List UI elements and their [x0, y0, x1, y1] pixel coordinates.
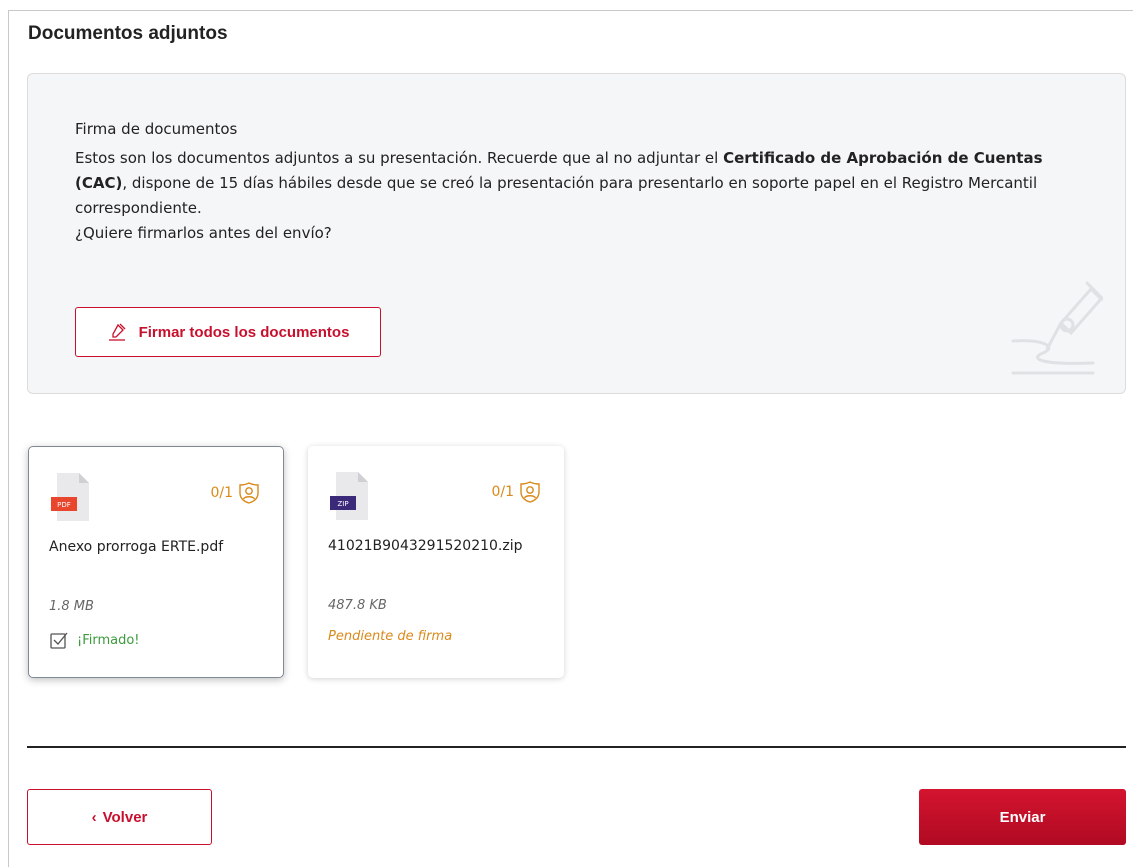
file-name: Anexo prorroga ERTE.pdf	[49, 539, 224, 555]
signature-info-box: Firma de documentos Estos son los docume…	[27, 73, 1126, 394]
back-button[interactable]: ‹ Volver	[27, 789, 212, 845]
zip-file-icon: ZIP	[330, 472, 368, 520]
send-button[interactable]: Enviar	[919, 789, 1126, 845]
sign-all-documents-button[interactable]: Firmar todos los documentos	[75, 307, 381, 357]
status-label: Pendiente de firma	[328, 629, 453, 644]
signature-pen-icon	[108, 323, 126, 341]
info-question: ¿Quiere firmarlos antes del envío?	[75, 224, 332, 242]
file-size: 1.8 MB	[49, 599, 94, 614]
document-card[interactable]: ZIP 0/1 41021B9043291520210.zip 487.8 KB…	[308, 446, 564, 678]
footer-divider	[27, 746, 1126, 748]
checkbox-checked-icon	[50, 632, 68, 649]
signer-count: 0/1	[491, 480, 542, 504]
back-label: Volver	[102, 808, 148, 826]
section-title: Documentos adjuntos	[28, 23, 228, 44]
signer-count-value: 0/1	[210, 485, 233, 501]
chevron-left-icon: ‹	[91, 808, 97, 826]
sign-all-label: Firmar todos los documentos	[138, 323, 350, 341]
document-card[interactable]: PDF 0/1 Anexo prorroga ERTE.pdf 1.8 MB ¡…	[28, 446, 284, 678]
pending-status: Pendiente de firma	[328, 629, 452, 644]
info-title: Firma de documentos	[75, 120, 238, 138]
pdf-file-icon: PDF	[51, 473, 89, 521]
signature-pen-watermark-icon	[1011, 281, 1103, 375]
signed-status: ¡Firmado!	[49, 630, 140, 650]
info-text: Estos son los documentos adjuntos a su p…	[75, 146, 1075, 246]
send-label: Enviar	[999, 808, 1046, 826]
info-text-part: , dispone de 15 días hábiles desde que s…	[75, 174, 1038, 217]
status-label: ¡Firmado!	[77, 632, 140, 648]
file-size: 487.8 KB	[328, 598, 387, 613]
signer-count: 0/1	[210, 481, 261, 505]
user-shield-icon	[239, 482, 259, 504]
file-type-label: PDF	[57, 501, 71, 509]
signer-count-value: 0/1	[491, 484, 514, 500]
file-name: 41021B9043291520210.zip	[328, 538, 523, 554]
file-type-label: ZIP	[337, 500, 348, 508]
user-shield-icon	[520, 481, 540, 503]
info-text-part: Estos son los documentos adjuntos a su p…	[75, 149, 724, 167]
